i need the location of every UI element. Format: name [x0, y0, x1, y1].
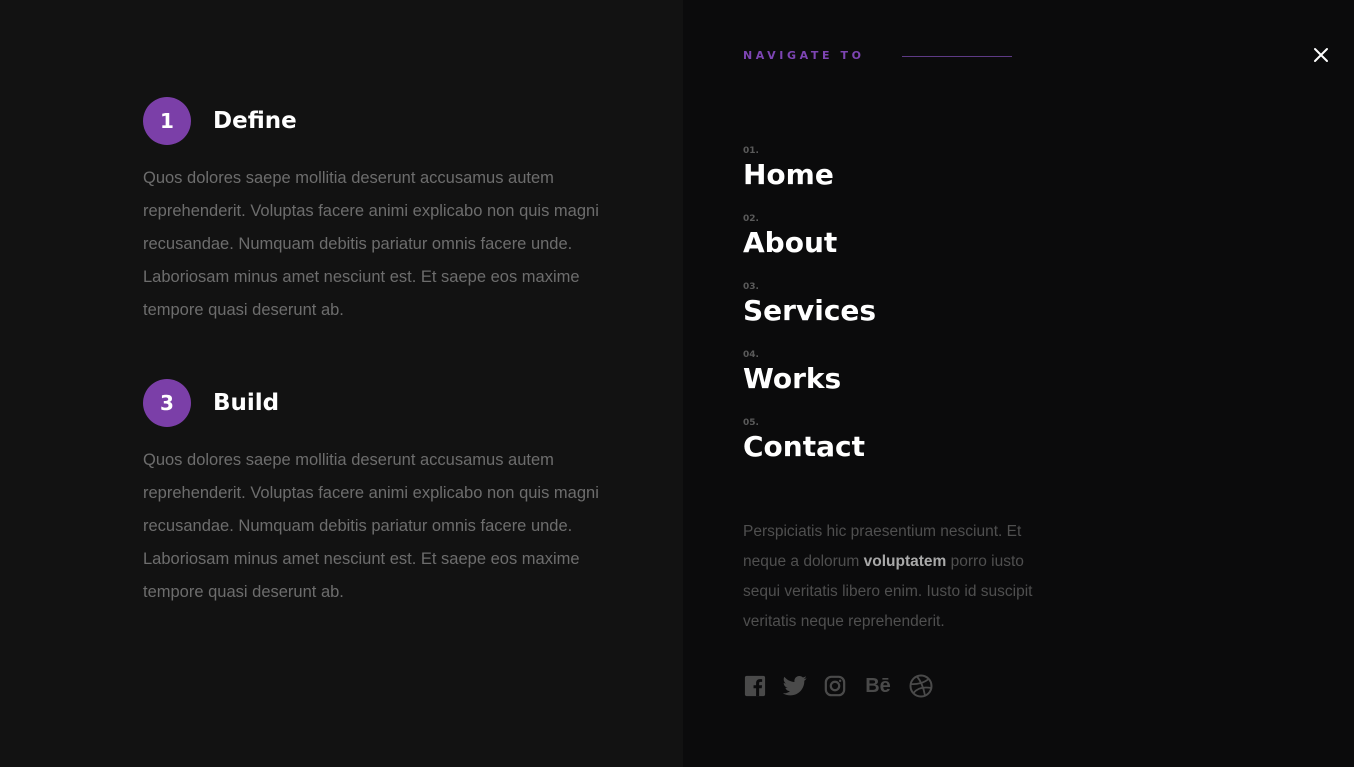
dribbble-icon[interactable]: [909, 674, 933, 698]
menu-item-number: 05.: [743, 418, 759, 428]
process-step-build: 3 Build Quos dolores saepe mollitia dese…: [143, 379, 633, 609]
menu-item-number: 02.: [743, 214, 759, 224]
menu-item-home[interactable]: 01. Home: [743, 145, 876, 213]
step-title: Define: [213, 108, 297, 134]
menu-item-label[interactable]: Services: [743, 294, 876, 328]
menu-item-number: 04.: [743, 350, 759, 360]
step-number-badge: 1: [143, 97, 191, 145]
social-links: Bē: [743, 674, 949, 698]
menu-item-label[interactable]: Works: [743, 362, 876, 396]
process-step-define: 1 Define Quos dolores saepe mollitia des…: [143, 97, 633, 327]
navigate-to-divider: [902, 56, 1012, 57]
menu-item-label[interactable]: Contact: [743, 430, 876, 464]
step-title: Build: [213, 390, 280, 416]
blurb-highlight: voluptatem: [863, 553, 947, 570]
menu-item-label[interactable]: About: [743, 226, 876, 260]
twitter-icon[interactable]: [783, 674, 807, 698]
step-description: Quos dolores saepe mollitia deserunt acc…: [143, 451, 599, 601]
process-panel: 1 Define Quos dolores saepe mollitia des…: [0, 0, 683, 767]
menu-item-label[interactable]: Home: [743, 158, 876, 192]
menu-item-about[interactable]: 02. About: [743, 213, 876, 281]
menu-item-works[interactable]: 04. Works: [743, 349, 876, 417]
facebook-icon[interactable]: [743, 674, 767, 698]
menu-item-number: 01.: [743, 146, 759, 156]
step-description: Quos dolores saepe mollitia deserunt acc…: [143, 169, 599, 319]
menu-item-number: 03.: [743, 282, 759, 292]
instagram-icon[interactable]: [823, 674, 847, 698]
main-menu: 01. Home 02. About 03. Services 04. Work…: [743, 145, 876, 485]
behance-icon[interactable]: Bē: [863, 674, 893, 698]
step-number-badge: 3: [143, 379, 191, 427]
menu-blurb: Perspiciatis hic praesentium nesciunt. E…: [743, 517, 1043, 637]
navigate-to-label: NAVIGATE TO: [743, 49, 865, 62]
close-icon[interactable]: [1309, 43, 1333, 67]
menu-item-services[interactable]: 03. Services: [743, 281, 876, 349]
menu-item-contact[interactable]: 05. Contact: [743, 417, 876, 485]
